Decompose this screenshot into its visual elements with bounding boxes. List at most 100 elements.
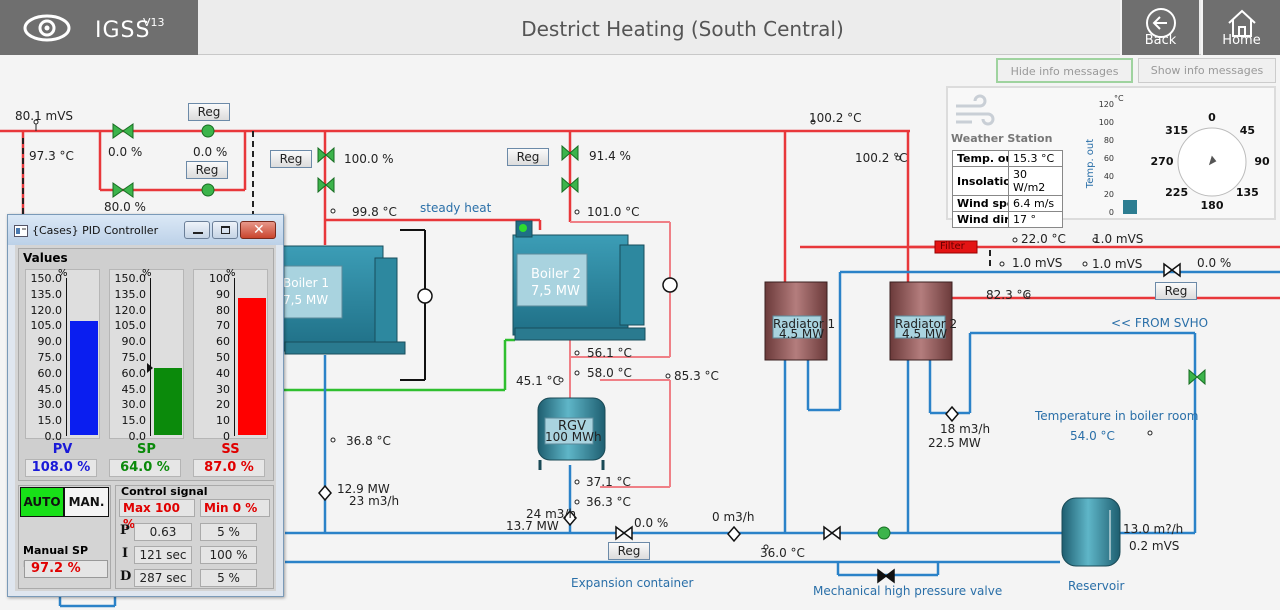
min-output-field[interactable]: Min 0 % [200, 499, 270, 517]
reg-button[interactable]: Reg [608, 542, 650, 560]
rgv-bottom-temp-1: 37.1 °C [586, 475, 631, 489]
app-brand: IGSS V13 [0, 0, 198, 55]
gauge-tick: 20 [216, 398, 230, 412]
gauge-tick: 120.0 [30, 303, 63, 317]
gauge-tick: 10 [216, 414, 230, 428]
manual-button[interactable]: MAN. [64, 487, 109, 517]
weather-row: Wind dir. 17 ° [952, 211, 1063, 228]
close-icon: ✕ [253, 222, 265, 238]
gauge-axis [150, 278, 151, 436]
close-button[interactable]: ✕ [240, 221, 276, 239]
pid-window-title: {Cases} PID Controller [32, 224, 159, 237]
boiler-room-temp: 54.0 °C [1070, 429, 1115, 443]
weather-key: Wind dir. [952, 211, 1009, 228]
filter-pressure-3: 1.0 mVS [1092, 257, 1143, 271]
flow-1-m3h: 23 m3/h [349, 494, 400, 508]
gauge-tick: 60 [216, 335, 230, 349]
weather-key: Insolation [952, 166, 1009, 196]
auto-button[interactable]: AUTO [20, 487, 64, 517]
param-d-label: D [120, 569, 132, 584]
page-title: Destrict Heating (South Central) [521, 17, 844, 41]
gauge-tick: 90 [216, 287, 230, 301]
compass-label: 180 [1200, 199, 1224, 212]
show-info-messages-button[interactable]: Show info messages [1138, 58, 1276, 83]
gauge-tick: 45.0 [37, 382, 63, 396]
pid-titlebar[interactable]: {Cases} PID Controller ✕ [8, 215, 283, 245]
param-p-limit[interactable]: 5 % [200, 523, 257, 541]
boiler-2-valve-percent: 91.4 % [589, 149, 631, 163]
home-button[interactable]: Home [1201, 0, 1280, 55]
param-p-value[interactable]: 0.63 [134, 523, 192, 541]
rgv-right-temp: 85.3 °C [674, 369, 719, 383]
compass-label: 135 [1235, 186, 1259, 200]
reg-button[interactable]: Reg [186, 161, 228, 179]
radiator-flow-mw: 22.5 MW [928, 436, 981, 450]
expansion-container-label: Expansion container [571, 576, 694, 590]
reservoir-pressure: 0.2 mVS [1129, 539, 1180, 553]
gauge-value: 87.0 % [193, 459, 265, 477]
param-d-value[interactable]: 287 sec [134, 569, 192, 587]
supply-temp-2: 100.2 °C [855, 151, 908, 165]
weather-table: Temp. out15.3 °C Insolation30 W/m2 Wind … [952, 150, 1063, 228]
hide-info-messages-button[interactable]: Hide info messages [996, 58, 1133, 83]
maximize-button[interactable] [212, 221, 238, 239]
back-button[interactable]: Back [1120, 0, 1199, 55]
minimize-button[interactable] [184, 221, 210, 239]
gauge-tick: 75.0 [37, 351, 63, 364]
weather-station-panel: Weather Station Temp. out15.3 °C Insolat… [946, 86, 1276, 228]
reservoir-flow: 13.0 m?/h [1123, 522, 1184, 536]
param-i-value[interactable]: 121 sec [134, 546, 192, 564]
maximize-icon [221, 226, 230, 234]
rgv-left-temp: 45.1 °C [516, 374, 561, 388]
gauge-name: PV [52, 442, 73, 457]
gauge-tick: 60.0 [121, 366, 147, 380]
radiator-1-power: 4.5 MW [779, 327, 825, 341]
filter-pressure-2: 1.0 mVS [1012, 256, 1063, 270]
gauge-tick: 30 [216, 382, 230, 396]
gauge-tick: 60.0 [37, 366, 63, 380]
gauge-tick: 45.0 [121, 382, 147, 396]
pump-percent: 0.0 % [634, 516, 669, 530]
manual-sp-input[interactable]: 97.2 % [24, 560, 108, 578]
weather-row: Temp. out15.3 °C [952, 150, 1063, 167]
weather-value: 15.3 °C [1008, 150, 1063, 167]
gauge-tick: 105.0 [30, 319, 63, 333]
reg-button[interactable]: Reg [270, 150, 312, 168]
reg-button[interactable]: Reg [507, 148, 549, 166]
values-label: Values [23, 251, 68, 265]
wind-icon [956, 94, 995, 126]
param-i-limit[interactable]: 100 % [200, 546, 257, 564]
valve-2-percent: 0.0 % [193, 145, 228, 159]
valve-1-percent: 0.0 % [108, 145, 143, 159]
gauge-tick: 15.0 [121, 414, 147, 428]
mode-frame: AUTO MAN. Manual SP reg. 97.2 % [18, 485, 111, 589]
reg-button[interactable]: Reg [188, 103, 230, 121]
gauge-value: 64.0 % [109, 459, 181, 477]
param-d-limit[interactable]: 5 % [200, 569, 257, 587]
rgv-bottom-temp-2: 36.3 °C [586, 495, 631, 509]
minimize-icon [193, 232, 203, 234]
window-app-icon [14, 225, 28, 237]
temp-gauge-tick: 80 [1103, 136, 1114, 145]
return-temp: 36.8 °C [346, 434, 391, 448]
setpoint-marker-icon [147, 362, 153, 373]
gauge-axis [234, 278, 235, 436]
mechanical-valve-label: Mechanical high pressure valve [813, 584, 1003, 598]
pid-body: Values 150.0 135.0 120.0 105.0 90.0 75.0 60.0 4… [15, 245, 276, 591]
temp-gauge-track [1120, 106, 1138, 214]
right-valve-percent: 0.0 % [1197, 256, 1232, 270]
boiler-1-supply-temp: 99.8 °C [352, 205, 397, 219]
temp-gauge-tick: 20 [1103, 190, 1114, 199]
gauge-axis [66, 278, 67, 436]
control-signal-label: Control signal [121, 485, 208, 498]
reg-button[interactable]: Reg [1155, 282, 1197, 300]
gauge-tick: 90.0 [121, 335, 147, 349]
flow-2-mw: 13.7 MW [506, 519, 559, 533]
valve-3-percent: 80.0 % [104, 200, 146, 214]
filter-label: Filter [940, 241, 965, 252]
gauge-tick: 135.0 [30, 287, 63, 301]
max-output-field[interactable]: Max 100 % [119, 499, 195, 531]
black-loop [400, 229, 426, 381]
pid-controller-window[interactable]: {Cases} PID Controller ✕ Values 150.0 135… [7, 214, 284, 597]
temp-gauge-tick: 40 [1103, 172, 1114, 181]
